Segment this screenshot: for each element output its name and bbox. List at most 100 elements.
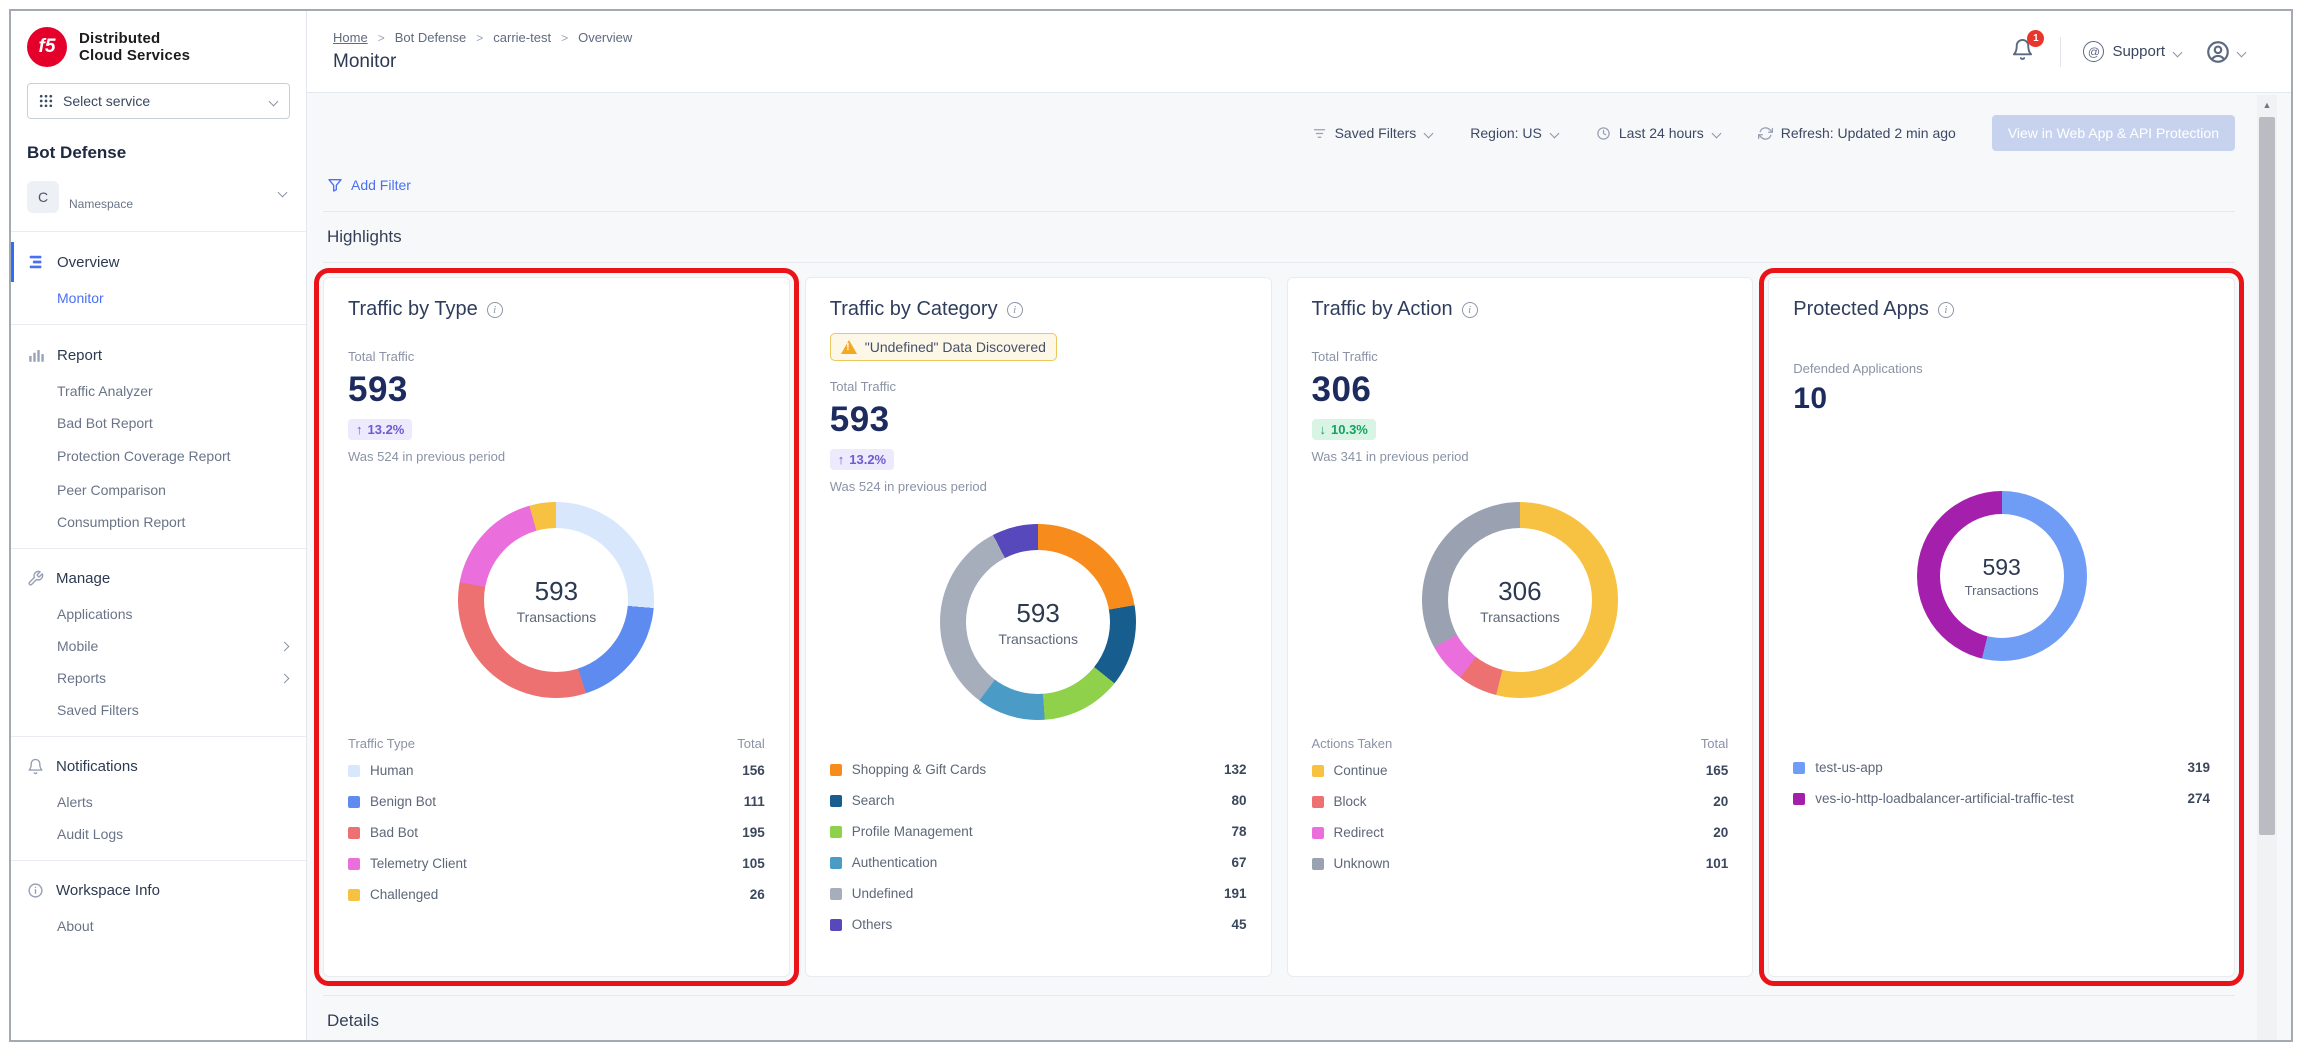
info-icon[interactable]: i <box>1462 302 1478 318</box>
legend-item[interactable]: Unknown101 <box>1312 848 1729 879</box>
info-icon[interactable]: i <box>1007 302 1023 318</box>
brand-logo[interactable]: f5 Distributed Cloud Services <box>11 11 306 77</box>
sidebar-item-alerts[interactable]: Alerts <box>11 786 306 818</box>
legend-label: Continue <box>1334 763 1388 778</box>
legend-value: 20 <box>1713 794 1728 809</box>
add-filter-button[interactable]: Add Filter <box>323 161 411 211</box>
sidebar-item-manage[interactable]: Manage <box>11 559 306 598</box>
sidebar-item-monitor[interactable]: Monitor <box>11 282 306 314</box>
legend-item[interactable]: Challenged26 <box>348 879 765 910</box>
sidebar-item-audit-logs[interactable]: Audit Logs <box>11 818 306 850</box>
legend-item[interactable]: Authentication67 <box>830 847 1247 878</box>
legend-swatch-icon <box>1312 796 1324 808</box>
card-traffic-by-action: Traffic by Action i Total Traffic 306 ↓1… <box>1287 277 1754 977</box>
legend-value: 132 <box>1224 762 1247 777</box>
sidebar-item-peer-comparison[interactable]: Peer Comparison <box>11 474 306 506</box>
sidebar-item-consumption-report[interactable]: Consumption Report <box>11 506 306 538</box>
delta-badge: ↓10.3% <box>1312 419 1376 440</box>
card-title: Traffic by Category <box>830 298 998 321</box>
legend: Continue165Block20Redirect20Unknown101 <box>1312 755 1729 879</box>
sidebar-item-about[interactable]: About <box>11 910 306 942</box>
metric-label: Total Traffic <box>348 349 765 364</box>
donut-chart-traffic-by-type[interactable]: 593 Transactions <box>458 502 654 698</box>
info-icon[interactable]: i <box>487 302 503 318</box>
sidebar-item-saved-filters[interactable]: Saved Filters <box>11 694 306 726</box>
sidebar-item-traffic-analyzer[interactable]: Traffic Analyzer <box>11 375 306 407</box>
region-dropdown[interactable]: Region: US <box>1470 125 1560 141</box>
sidebar-item-label: Manage <box>56 570 110 587</box>
notifications-bell-button[interactable]: 1 <box>2007 34 2038 70</box>
scrollbar-thumb[interactable] <box>2259 117 2275 835</box>
sidebar-item-report[interactable]: Report <box>11 335 306 375</box>
legend-item[interactable]: test-us-app319 <box>1793 752 2210 783</box>
namespace-selector[interactable]: C Namespace <box>11 167 306 232</box>
legend-item[interactable]: ves-io-http-loadbalancer-artificial-traf… <box>1793 783 2210 814</box>
breadcrumb-bot-defense[interactable]: Bot Defense <box>395 30 467 45</box>
legend-swatch-icon <box>1793 793 1805 805</box>
legend-value: 111 <box>744 794 765 809</box>
chevron-right-icon <box>280 641 290 651</box>
wrench-icon <box>27 570 44 587</box>
undefined-data-warning-badge[interactable]: "Undefined" Data Discovered <box>830 333 1057 361</box>
saved-filters-dropdown[interactable]: Saved Filters <box>1312 125 1435 141</box>
metric-label: Total Traffic <box>830 379 1247 394</box>
chevron-down-icon <box>2173 47 2183 57</box>
legend-swatch-icon <box>830 826 842 838</box>
content-area: Saved Filters Region: US Last 24 hours R… <box>307 93 2291 1040</box>
legend-item[interactable]: Search 80 <box>830 785 1247 816</box>
sidebar-item-bad-bot-report[interactable]: Bad Bot Report <box>11 407 306 439</box>
legend-item[interactable]: Others45 <box>830 909 1247 940</box>
sidebar-item-notifications[interactable]: Notifications <box>11 747 306 786</box>
sidebar-item-workspace-info[interactable]: Workspace Info <box>11 871 306 910</box>
scrollbar-up-arrow[interactable]: ▲ <box>2257 95 2277 115</box>
divider <box>11 548 306 549</box>
legend-item[interactable]: Profile Management78 <box>830 816 1247 847</box>
breadcrumb-namespace[interactable]: carrie-test <box>493 30 551 45</box>
arrow-up-icon: ↑ <box>356 422 363 437</box>
sidebar-item-label: Overview <box>57 254 120 271</box>
sidebar-item-reports[interactable]: Reports <box>11 662 306 694</box>
legend-item[interactable]: Block20 <box>1312 786 1729 817</box>
sidebar-item-applications[interactable]: Applications <box>11 598 306 630</box>
legend-label: Search <box>852 793 895 808</box>
donut-chart-protected-apps[interactable]: 593 Transactions <box>1917 491 2087 661</box>
select-service-dropdown[interactable]: Select service <box>27 83 290 119</box>
sidebar-item-overview[interactable]: Overview <box>11 242 306 282</box>
sidebar-item-protection-coverage-report[interactable]: Protection Coverage Report <box>11 439 306 474</box>
divider <box>11 324 306 325</box>
time-range-dropdown[interactable]: Last 24 hours <box>1596 125 1722 141</box>
refresh-icon <box>1758 126 1773 141</box>
legend-label: Benign Bot <box>370 794 436 809</box>
legend-value: 80 <box>1231 793 1246 808</box>
legend-swatch-icon <box>348 889 360 901</box>
legend-item[interactable]: Shopping & Gift Cards132 <box>830 754 1247 785</box>
legend-item[interactable]: Bad Bot195 <box>348 817 765 848</box>
legend-item[interactable]: Continue165 <box>1312 755 1729 786</box>
breadcrumb-home[interactable]: Home <box>333 30 368 45</box>
legend-item[interactable]: Benign Bot 111 <box>348 786 765 817</box>
legend-item[interactable]: Telemetry Client105 <box>348 848 765 879</box>
metric-value: 10 <box>1793 382 2210 416</box>
legend-item[interactable]: Undefined191 <box>830 878 1247 909</box>
view-in-waap-button[interactable]: View in Web App & API Protection <box>1992 115 2235 151</box>
donut-chart-traffic-by-category[interactable]: 593 Transactions <box>940 524 1136 720</box>
legend-swatch-icon <box>348 796 360 808</box>
breadcrumb-separator: > <box>476 31 483 45</box>
account-menu[interactable] <box>2205 39 2247 65</box>
legend-swatch-icon <box>348 858 360 870</box>
support-menu[interactable]: @ Support <box>2083 41 2183 62</box>
metric-label: Total Traffic <box>1312 349 1729 364</box>
sidebar-item-mobile[interactable]: Mobile <box>11 630 306 662</box>
breadcrumb-current: Overview <box>578 30 632 45</box>
info-icon[interactable]: i <box>1938 302 1954 318</box>
donut-chart-traffic-by-action[interactable]: 306 Transactions <box>1422 502 1618 698</box>
refresh-button[interactable]: Refresh: Updated 2 min ago <box>1758 125 1956 141</box>
card-title: Traffic by Type <box>348 298 478 321</box>
legend-item[interactable]: Redirect20 <box>1312 817 1729 848</box>
vertical-scrollbar[interactable]: ▲ <box>2257 95 2277 1040</box>
breadcrumb-separator: > <box>378 31 385 45</box>
legend-header: Actions Taken Total <box>1312 726 1729 755</box>
legend-item[interactable]: Human156 <box>348 755 765 786</box>
card-title: Traffic by Action <box>1312 298 1453 321</box>
topbar: Home > Bot Defense > carrie-test > Overv… <box>307 11 2291 93</box>
